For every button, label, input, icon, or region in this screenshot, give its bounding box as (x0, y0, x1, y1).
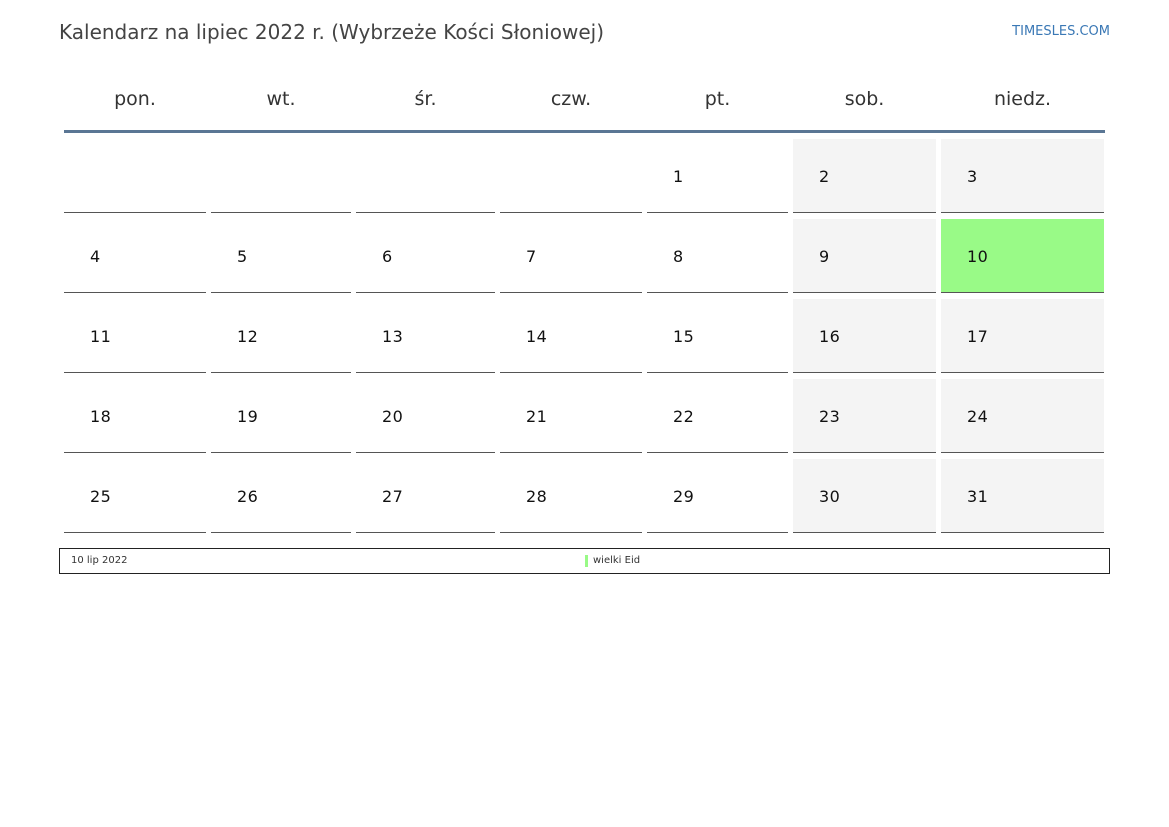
day-cell[interactable]: 30 (793, 459, 936, 533)
day-number: 27 (382, 487, 404, 506)
day-cell[interactable]: 15 (647, 299, 788, 373)
day-cell-empty (211, 139, 351, 213)
weekday-monday: pon. (114, 88, 156, 110)
legend-date: 10 lip 2022 (71, 555, 128, 566)
day-number: 1 (673, 167, 684, 186)
day-number: 25 (90, 487, 112, 506)
week-row: 1 2 3 (64, 139, 1105, 213)
weekday-saturday: sob. (844, 88, 885, 110)
day-cell[interactable]: 7 (500, 219, 642, 293)
day-number: 3 (967, 167, 978, 186)
day-number: 10 (967, 247, 989, 266)
day-number: 19 (237, 407, 259, 426)
weeks-container: 1 2 3 4 5 6 7 8 9 10 11 12 13 14 15 16 17 18 19 20 21 22 23 24 2… (64, 139, 1105, 533)
day-number: 14 (526, 327, 548, 346)
day-number: 8 (673, 247, 684, 266)
day-number: 6 (382, 247, 393, 266)
day-number: 18 (90, 407, 112, 426)
day-cell[interactable]: 20 (356, 379, 495, 453)
day-cell[interactable]: 27 (356, 459, 495, 533)
weekday-header-row: pon. wt. śr. czw. pt. sob. niedz. (64, 68, 1105, 130)
day-number: 11 (90, 327, 112, 346)
day-number: 9 (819, 247, 830, 266)
day-number: 31 (967, 487, 989, 506)
day-cell[interactable]: 4 (64, 219, 206, 293)
week-row: 4 5 6 7 8 9 10 (64, 219, 1105, 293)
day-cell[interactable]: 9 (793, 219, 936, 293)
day-cell[interactable]: 26 (211, 459, 351, 533)
day-cell[interactable]: 18 (64, 379, 206, 453)
header-divider (64, 130, 1105, 133)
day-cell[interactable]: 13 (356, 299, 495, 373)
legend-color-marker (585, 555, 588, 567)
day-cell[interactable]: 6 (356, 219, 495, 293)
weekday-sunday: niedz. (993, 88, 1052, 110)
day-cell[interactable]: 10 (941, 219, 1104, 293)
page-title: Kalendarz na lipiec 2022 r. (Wybrzeże Ko… (59, 20, 604, 44)
day-cell[interactable]: 28 (500, 459, 642, 533)
day-cell-empty (500, 139, 642, 213)
day-cell-empty (356, 139, 495, 213)
day-number: 21 (526, 407, 548, 426)
week-row: 25 26 27 28 29 30 31 (64, 459, 1105, 533)
weekday-friday: pt. (704, 88, 731, 110)
day-number: 15 (673, 327, 695, 346)
day-number: 22 (673, 407, 695, 426)
week-row: 11 12 13 14 15 16 17 (64, 299, 1105, 373)
day-number: 23 (819, 407, 841, 426)
day-number: 12 (237, 327, 259, 346)
week-row: 18 19 20 21 22 23 24 (64, 379, 1105, 453)
weekday-wednesday: śr. (414, 88, 437, 110)
day-number: 2 (819, 167, 830, 186)
day-cell[interactable]: 17 (941, 299, 1104, 373)
day-cell[interactable]: 8 (647, 219, 788, 293)
day-number: 24 (967, 407, 989, 426)
weekday-thursday: czw. (550, 88, 592, 110)
day-number: 13 (382, 327, 404, 346)
calendar-grid: pon. wt. śr. czw. pt. sob. niedz. 123456… (64, 68, 1105, 533)
day-cell[interactable]: 24 (941, 379, 1104, 453)
day-cell[interactable]: 11 (64, 299, 206, 373)
day-cell[interactable]: 31 (941, 459, 1104, 533)
day-cell[interactable]: 1 (647, 139, 788, 213)
day-number: 17 (967, 327, 989, 346)
day-cell[interactable]: 25 (64, 459, 206, 533)
day-cell[interactable]: 29 (647, 459, 788, 533)
day-number: 26 (237, 487, 259, 506)
day-number: 16 (819, 327, 841, 346)
day-cell[interactable]: 3 (941, 139, 1104, 213)
day-cell[interactable]: 5 (211, 219, 351, 293)
day-cell[interactable]: 12 (211, 299, 351, 373)
day-number: 7 (526, 247, 537, 266)
day-number: 29 (673, 487, 695, 506)
day-cell[interactable]: 16 (793, 299, 936, 373)
day-number: 30 (819, 487, 841, 506)
day-cell[interactable]: 14 (500, 299, 642, 373)
day-cell[interactable]: 22 (647, 379, 788, 453)
day-cell[interactable]: 23 (793, 379, 936, 453)
day-cell[interactable]: 2 (793, 139, 936, 213)
day-number: 4 (90, 247, 101, 266)
holiday-legend: 10 lip 2022 wielki Eid (59, 548, 1110, 574)
day-cell[interactable]: 21 (500, 379, 642, 453)
legend-holiday-name: wielki Eid (593, 555, 641, 566)
site-link[interactable]: TIMESLES.COM (1012, 24, 1110, 39)
day-cell[interactable]: 19 (211, 379, 351, 453)
day-number: 5 (237, 247, 248, 266)
day-cell-empty (64, 139, 206, 213)
day-number: 28 (526, 487, 548, 506)
weekday-tuesday: wt. (266, 88, 296, 110)
day-number: 20 (382, 407, 404, 426)
